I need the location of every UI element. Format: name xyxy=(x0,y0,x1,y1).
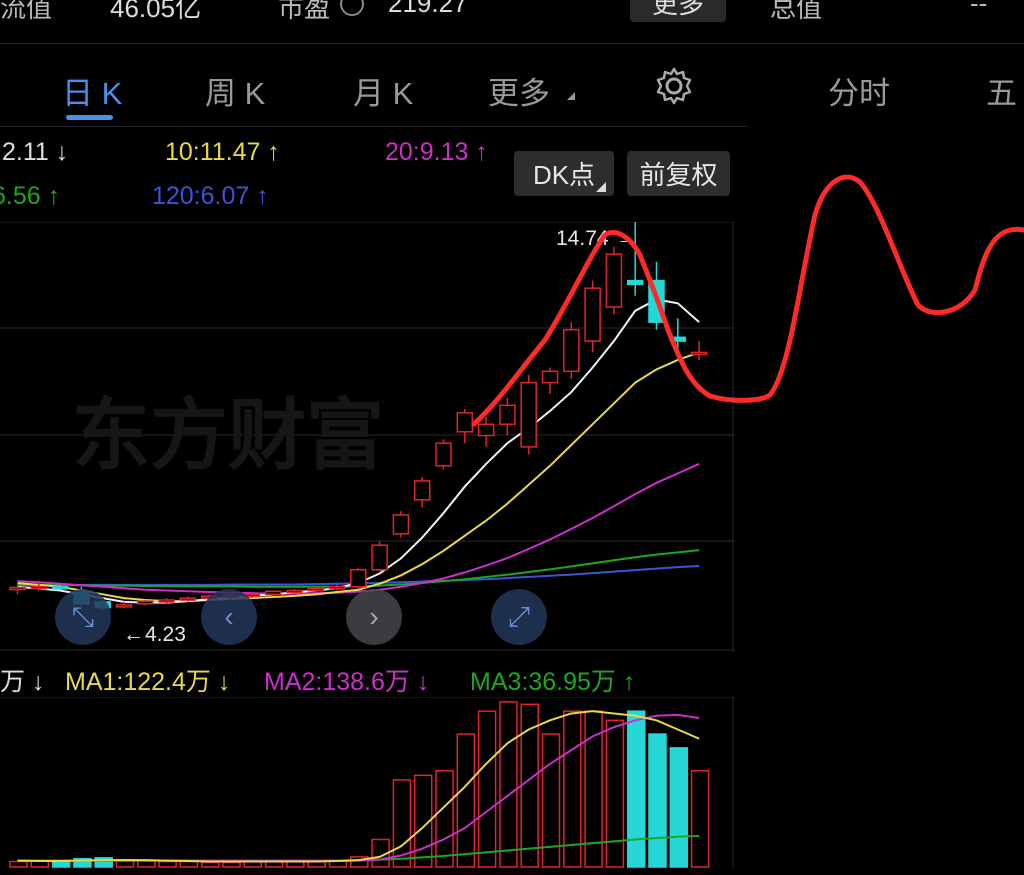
hand-drawn-annotation xyxy=(471,174,1024,427)
